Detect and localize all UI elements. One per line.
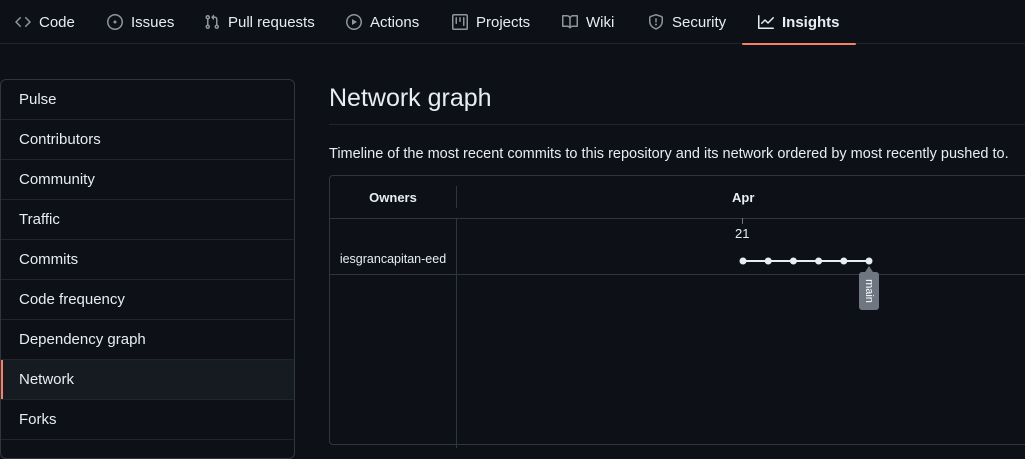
tab-security-label: Security xyxy=(672,13,727,31)
tab-insights[interactable]: Insights xyxy=(742,0,855,45)
tab-pull-requests[interactable]: Pull requests xyxy=(204,0,315,44)
sidebar-item-contributors[interactable]: Contributors xyxy=(1,120,294,160)
shield-icon xyxy=(649,14,663,30)
tab-wiki-label: Wiki xyxy=(586,13,615,31)
tab-issues[interactable]: Issues xyxy=(107,0,174,44)
play-icon xyxy=(346,14,362,30)
sidebar-item-traffic[interactable]: Traffic xyxy=(1,200,294,240)
tab-actions-label: Actions xyxy=(370,13,420,31)
tab-code[interactable]: Code xyxy=(15,0,75,44)
branch-name: main xyxy=(863,279,875,303)
sidebar-item-network[interactable]: Network xyxy=(1,360,294,400)
commit-graph-canvas xyxy=(739,257,873,265)
sidebar-item-code-frequency[interactable]: Code frequency xyxy=(1,280,294,320)
branch-label[interactable]: main xyxy=(859,272,879,310)
tab-pull-requests-label: Pull requests xyxy=(228,13,315,31)
table-icon xyxy=(452,14,468,30)
sidebar-item-pulse[interactable]: Pulse xyxy=(1,80,294,120)
tab-security[interactable]: Security xyxy=(648,0,726,44)
code-icon xyxy=(15,16,31,28)
issue-icon xyxy=(107,14,123,30)
sidebar-item-forks[interactable]: Forks xyxy=(1,400,294,440)
tab-insights-label: Insights xyxy=(782,13,840,31)
commit-dot[interactable] xyxy=(764,257,772,265)
tab-projects[interactable]: Projects xyxy=(452,0,530,44)
page-title: Network graph xyxy=(329,84,492,112)
tab-wiki[interactable]: Wiki xyxy=(562,0,614,44)
insights-sidebar-menu: Pulse Contributors Community Traffic Com… xyxy=(0,79,295,459)
tab-actions[interactable]: Actions xyxy=(346,0,419,44)
tab-issues-label: Issues xyxy=(131,13,175,31)
graph-icon xyxy=(758,15,774,29)
pull-request-icon xyxy=(205,14,220,30)
page-description: Timeline of the most recent commits to t… xyxy=(329,146,1009,162)
title-divider xyxy=(329,124,1025,125)
tab-projects-label: Projects xyxy=(476,13,531,31)
commit-dot[interactable] xyxy=(739,257,747,265)
network-graph[interactable]: Owners Apr 21 iesgrancapitan-eed main xyxy=(329,175,1025,448)
commit-dot[interactable] xyxy=(789,257,797,265)
commit-dot[interactable] xyxy=(815,257,823,265)
tab-code-label: Code xyxy=(39,13,75,31)
sidebar-item-community[interactable]: Community xyxy=(1,160,294,200)
sidebar-item-commits[interactable]: Commits xyxy=(1,240,294,280)
repo-nav: Code Issues Pull requests Actions Projec… xyxy=(0,0,1025,45)
commit-dot[interactable] xyxy=(840,257,848,265)
sidebar-item-dependency-graph[interactable]: Dependency graph xyxy=(1,320,294,360)
commit-dot[interactable] xyxy=(865,257,873,265)
book-icon xyxy=(562,14,578,29)
